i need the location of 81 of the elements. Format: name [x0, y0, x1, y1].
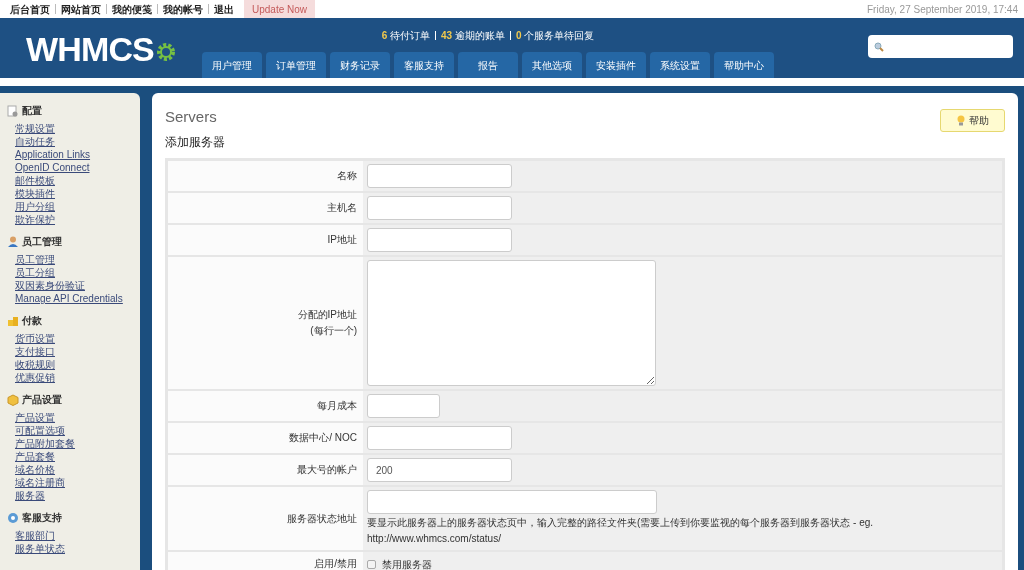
input-field[interactable]: [367, 228, 512, 252]
sidebar-heading: 客服支持: [22, 511, 62, 525]
box-icon: [7, 393, 19, 406]
gear-icon: [155, 42, 176, 62]
sidebar-link[interactable]: 可配置选项: [15, 424, 65, 437]
nav-tab[interactable]: 帮助中心: [714, 52, 774, 78]
input-field[interactable]: [367, 426, 512, 450]
input-field[interactable]: 200: [367, 458, 512, 482]
help-text: 要显示此服务器上的服务器状态页中，输入完整的路径文件夹(需要上传到你要监视的每个服务器到服务器状态 - eg. http://www.whmcs.com/status/: [367, 516, 875, 546]
nav-tab[interactable]: 财务记录: [330, 52, 390, 78]
sidebar-link[interactable]: 双因素身份验证: [15, 279, 85, 292]
sidebar-link[interactable]: 员工管理: [15, 253, 55, 266]
input-field[interactable]: [367, 196, 512, 220]
coins-icon: [7, 314, 19, 327]
sidebar-link[interactable]: 域名价格: [15, 463, 55, 476]
sidebar-link[interactable]: 欺诈保护: [15, 213, 55, 226]
field-label: 数据中心/ NOC: [289, 431, 357, 445]
sidebar-link[interactable]: Application Links: [15, 148, 91, 161]
sidebar-link[interactable]: 支付接口: [15, 345, 55, 358]
input-field[interactable]: [367, 260, 656, 386]
checkbox-label: 禁用服务器: [382, 557, 432, 570]
input-field[interactable]: [367, 164, 512, 188]
nav-tab[interactable]: 报告: [458, 52, 518, 78]
sidebar-link[interactable]: 用户分组: [15, 200, 55, 213]
top-link[interactable]: 后台首页: [10, 1, 50, 17]
stat-text[interactable]: 43 逾期的账单: [441, 27, 505, 43]
sidebar-link[interactable]: 货币设置: [15, 332, 55, 345]
search-field[interactable]: [868, 35, 1013, 58]
sidebar-link[interactable]: 域名注册商: [15, 476, 65, 489]
sidebar-link[interactable]: 自动任务: [15, 135, 55, 148]
sidebar-link[interactable]: 产品套餐: [15, 450, 55, 463]
help-button[interactable]: 帮助: [940, 109, 1005, 132]
input-field[interactable]: [367, 490, 657, 514]
sidebar-link[interactable]: 员工分组: [15, 266, 55, 279]
logo: WHMCS: [0, 18, 202, 78]
nav-tab[interactable]: 订单管理: [266, 52, 326, 78]
field-label: 主机名: [327, 201, 357, 215]
top-link[interactable]: 我的便笺: [112, 1, 152, 17]
top-link[interactable]: 我的帐号: [163, 1, 203, 17]
sidebar-link[interactable]: 优惠促销: [15, 371, 55, 384]
sidebar-link[interactable]: 模块插件: [15, 187, 55, 200]
sidebar-link[interactable]: 客服部门: [15, 529, 55, 542]
sidebar-link[interactable]: 常规设置: [15, 122, 55, 135]
sidebar-link[interactable]: Manage API Credentials: [15, 292, 123, 305]
section-title: 添加服务器: [165, 134, 226, 151]
field-label: 名称: [337, 169, 357, 183]
sidebar-link[interactable]: OpenID Connect: [15, 161, 90, 174]
nav-tab[interactable]: 系统设置: [650, 52, 710, 78]
field-label: 每月成本: [317, 399, 357, 413]
sidebar-heading: 配置: [22, 104, 42, 118]
sidebar-link[interactable]: 邮件模板: [15, 174, 55, 187]
page-title: Servers: [165, 107, 217, 127]
date-time: Friday, 27 September 2019, 17:44: [866, 2, 1018, 17]
stat-text[interactable]: 0 个服务单待回复: [515, 27, 595, 43]
field-label: 启用/禁用: [314, 557, 357, 570]
help-icon: [7, 511, 19, 524]
sidebar-link[interactable]: 服务单状态: [15, 542, 65, 555]
page-icon: [7, 104, 19, 117]
checkbox[interactable]: [367, 559, 376, 569]
top-link[interactable]: 退出: [214, 1, 234, 17]
nav-tab[interactable]: 其他选项: [522, 52, 582, 78]
sidebar-link[interactable]: 产品设置: [15, 411, 55, 424]
field-label: 最大号的帐户: [297, 463, 357, 477]
field-label: 分配的IP地址 (每行一个): [297, 308, 357, 338]
stat-text[interactable]: 6 待付订单: [381, 27, 431, 43]
sidebar-heading: 产品设置: [22, 393, 62, 407]
field-label: 服务器状态地址: [287, 511, 357, 526]
input-field[interactable]: [367, 394, 440, 418]
person-icon: [7, 235, 19, 248]
sidebar-link[interactable]: 产品附加套餐: [15, 437, 75, 450]
lightbulb-icon: [956, 115, 966, 126]
sidebar-link[interactable]: 服务器: [15, 489, 45, 502]
nav-tab[interactable]: 客服支持: [394, 52, 454, 78]
search-icon: [874, 41, 884, 52]
sidebar-heading: 付款: [22, 314, 42, 328]
nav-tab[interactable]: 安装插件: [586, 52, 646, 78]
sidebar-link[interactable]: 收税规则: [15, 358, 55, 371]
top-link[interactable]: 网站首页: [61, 1, 101, 17]
nav-tab[interactable]: 用户管理: [202, 52, 262, 78]
sidebar-heading: 员工管理: [22, 235, 62, 249]
field-label: IP地址: [327, 233, 357, 247]
